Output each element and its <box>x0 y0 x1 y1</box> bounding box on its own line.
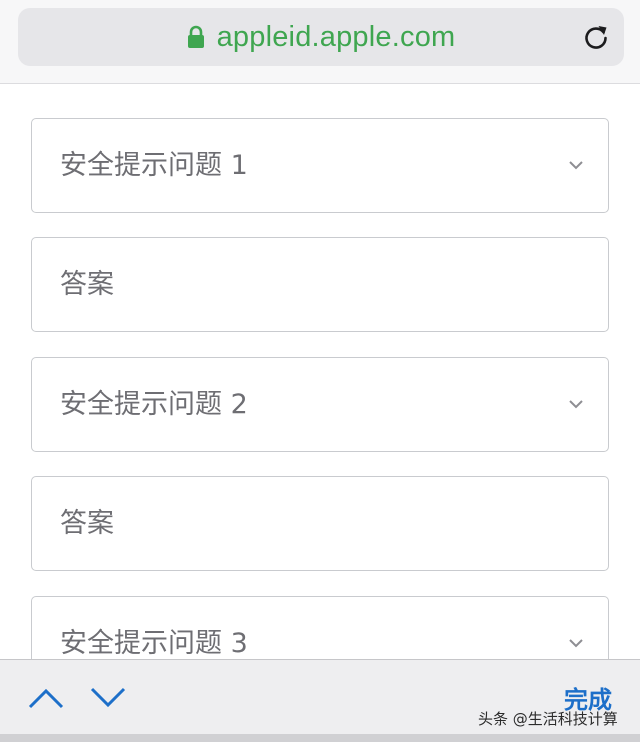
chevron-down-icon <box>569 161 583 170</box>
security-question-2-label: 安全提示问题 2 <box>60 389 248 420</box>
keyboard-accessory-bar: 完成 <box>0 659 640 742</box>
answer-2-placeholder: 答案 <box>60 508 114 539</box>
answer-1-placeholder: 答案 <box>60 269 114 300</box>
chevron-up-icon[interactable] <box>26 685 66 711</box>
address-bar: appleid.apple.com <box>0 0 640 84</box>
watermark: 头条 @生活科技计算 <box>478 710 618 728</box>
chevron-down-icon <box>569 639 583 648</box>
url-field[interactable]: appleid.apple.com <box>18 8 624 66</box>
answer-2-input[interactable]: 答案 <box>31 476 609 571</box>
chevron-down-icon[interactable] <box>88 685 128 711</box>
security-question-1-select[interactable]: 安全提示问题 1 <box>31 118 609 213</box>
url-display: appleid.apple.com <box>18 8 624 66</box>
security-question-2-select[interactable]: 安全提示问题 2 <box>31 357 609 452</box>
url-text: appleid.apple.com <box>216 20 456 53</box>
reload-icon[interactable] <box>582 23 610 51</box>
answer-1-input[interactable]: 答案 <box>31 237 609 332</box>
security-question-1-label: 安全提示问题 1 <box>60 150 248 181</box>
bottom-divider <box>0 734 640 742</box>
lock-icon <box>187 25 204 48</box>
chevron-down-icon <box>569 400 583 409</box>
